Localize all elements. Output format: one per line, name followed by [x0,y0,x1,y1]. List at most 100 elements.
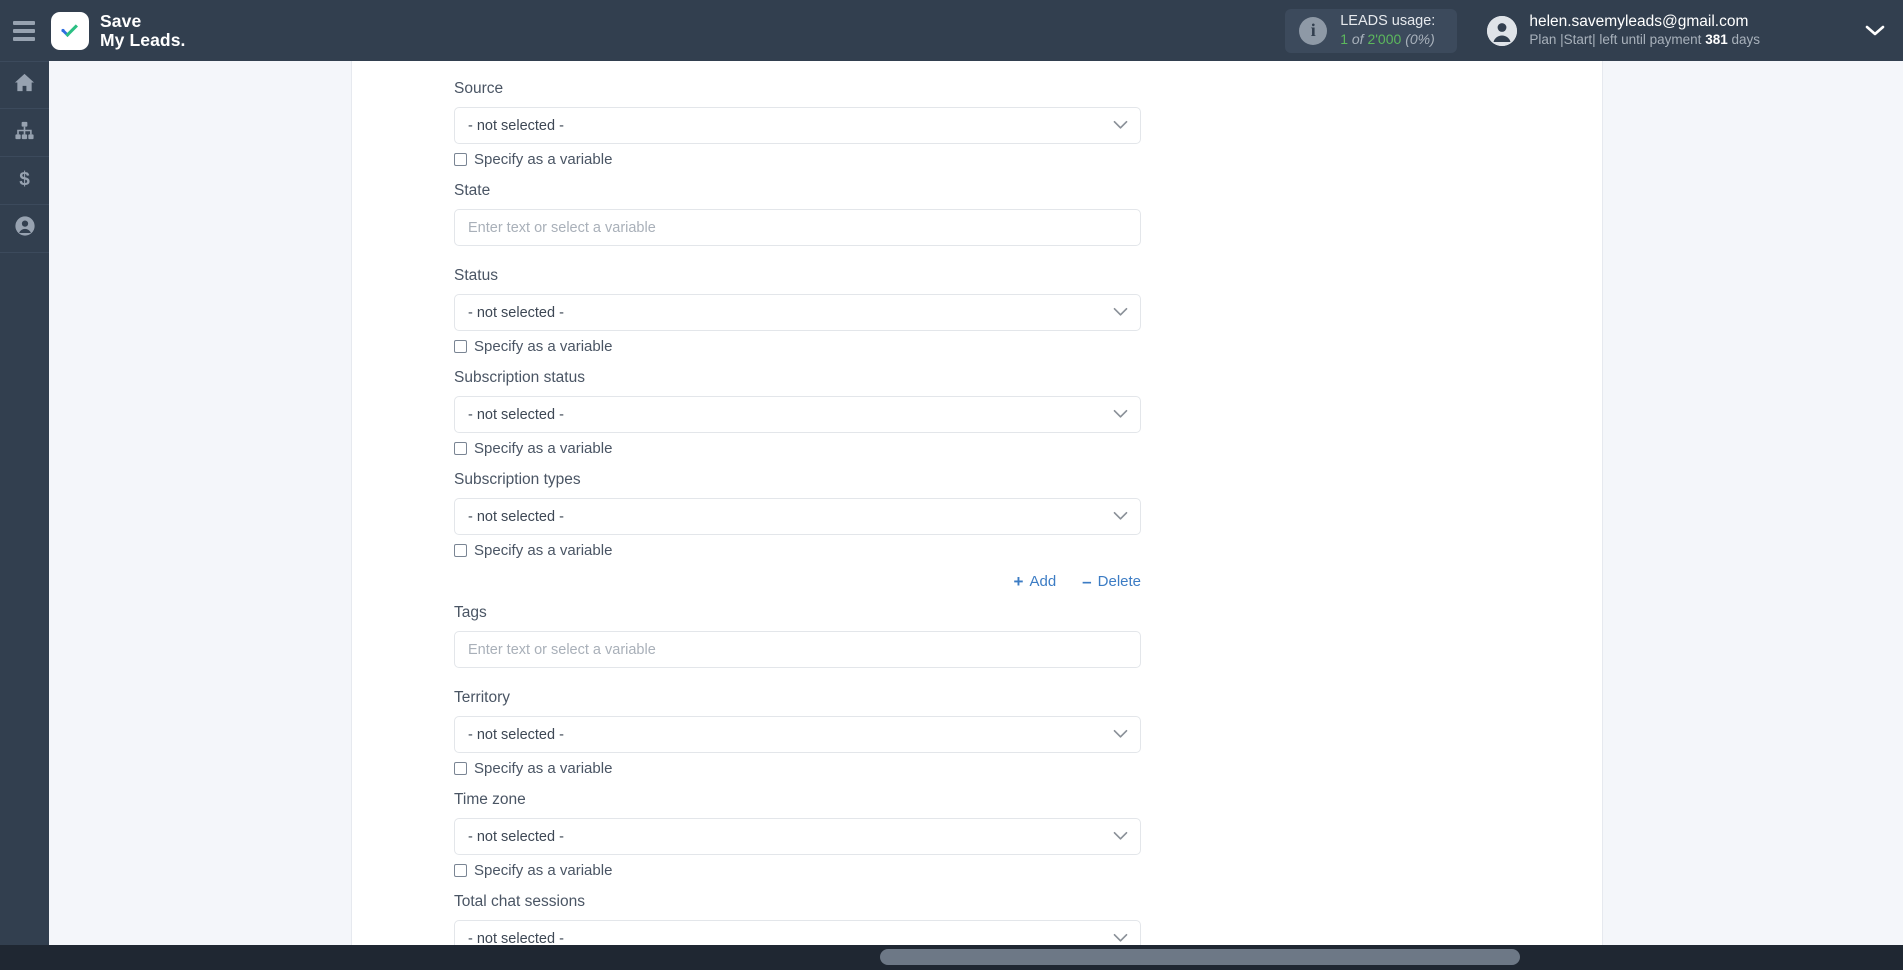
select-subscription-types[interactable]: - not selected - [454,498,1141,535]
user-circle-icon [14,215,36,242]
select-control-time-zone: - not selected - [454,818,1141,855]
select-territory[interactable]: - not selected - [454,716,1141,753]
field-tags: Tags Enter text or select a variable [454,604,1604,668]
plan-middle: | left until payment [1592,31,1706,47]
select-source[interactable]: - not selected - [454,107,1141,144]
dollar-icon: $ [14,168,35,194]
text-control-state: Enter text or select a variable [454,209,1141,246]
specify-variable-checkbox-row-source[interactable]: Specify as a variable [454,151,612,168]
select-control-source: - not selected - [454,107,1141,144]
leads-usage-chip[interactable]: i LEADS usage: 1 of 2'000 (0%) [1285,8,1458,53]
brand-name: Save My Leads. [100,10,186,50]
field-subscription-types: Subscription types - not selected - Specif… [454,471,1604,590]
sidebar-item-account[interactable] [0,205,49,253]
user-avatar-icon [1487,15,1518,46]
field-label-subscription-status: Subscription status [454,369,585,386]
account-email: helen.savemyleads@gmail.com [1529,13,1749,31]
field-status: Status - not selected - Specify as a varia… [454,267,1604,355]
minus-icon: – [1082,572,1092,591]
add-delete-row: + Add – Delete [454,573,1141,590]
field-time-zone: Time zone - not selected - Specify as a va… [454,791,1604,879]
chevron-down-icon[interactable] [1865,24,1885,37]
checkmark-icon [51,11,89,50]
sitemap-icon [14,120,35,146]
add-button[interactable]: + Add [1014,573,1057,590]
plan-prefix: Plan | [1529,31,1564,47]
field-subscription-status: Subscription status - not selected - Speci… [454,369,1604,457]
text-control-tags: Enter text or select a variable [454,631,1141,668]
plan-days: 381 [1705,31,1728,47]
field-state: State Enter text or select a variable [454,182,1604,246]
field-label-status: Status [454,267,498,284]
usage-of: of [1348,30,1368,47]
plus-icon: + [1013,572,1024,591]
brand-logo[interactable]: Save My Leads. [51,10,186,50]
specify-variable-checkbox-row-territory[interactable]: Specify as a variable [454,760,612,777]
field-source: Source - not selected - Specify as a varia… [454,80,1604,168]
checkbox-label-time-zone: Specify as a variable [474,862,613,879]
checkbox-source[interactable] [454,153,467,166]
select-total-chat-sessions[interactable]: - not selected - [454,920,1141,945]
field-label-total-chat-sessions: Total chat sessions [454,893,585,910]
usage-percent: (0%) [1405,30,1435,47]
page-body: Source - not selected - Specify as a varia… [49,61,1903,945]
field-label-territory: Territory [454,689,510,706]
specify-variable-checkbox-row-time-zone[interactable]: Specify as a variable [454,862,612,879]
plan-name: Start [1563,31,1593,47]
specify-variable-checkbox-row-subscription-types[interactable]: Specify as a variable [454,542,612,559]
horizontal-scrollbar[interactable] [0,945,1903,970]
specify-variable-checkbox-row-status[interactable]: Specify as a variable [454,338,612,355]
field-label-subscription-types: Subscription types [454,471,581,488]
lead-fields-form: Source - not selected - Specify as a varia… [352,61,1604,945]
input-tags[interactable]: Enter text or select a variable [454,631,1141,668]
home-icon [14,72,35,98]
sidebar-item-home[interactable] [0,61,49,109]
input-state[interactable]: Enter text or select a variable [454,209,1141,246]
select-control-subscription-types: - not selected - [454,498,1141,535]
select-control-subscription-status: - not selected - [454,396,1141,433]
checkbox-label-subscription-types: Specify as a variable [474,542,613,559]
checkbox-territory[interactable] [454,762,467,775]
checkbox-status[interactable] [454,340,467,353]
checkbox-label-source: Specify as a variable [474,151,613,168]
horizontal-scrollbar-thumb[interactable] [880,949,1520,965]
field-total-chat-sessions: Total chat sessions- not selected -Speci… [454,893,1604,945]
checkbox-time-zone[interactable] [454,864,467,877]
specify-variable-checkbox-row-subscription-status[interactable]: Specify as a variable [454,440,612,457]
account-text-group: helen.savemyleads@gmail.com Plan |Start|… [1529,12,1760,48]
add-button-label: Add [1029,573,1057,590]
hamburger-bar [13,20,35,25]
select-status[interactable]: - not selected - [454,294,1141,331]
usage-stat: 1 of 2'000 (0%) [1340,31,1435,48]
select-control-total-chat-sessions: - not selected - [454,920,1141,945]
sidebar-item-connections[interactable] [0,109,49,157]
usage-total: 2'000 [1367,30,1402,47]
checkbox-label-subscription-status: Specify as a variable [474,440,613,457]
plan-days-suffix: days [1727,31,1760,47]
hamburger-icon[interactable] [0,0,48,61]
account-menu[interactable]: helen.savemyleads@gmail.com Plan |Start|… [1487,12,1760,48]
select-control-status: - not selected - [454,294,1141,331]
checkbox-label-status: Specify as a variable [474,338,613,355]
field-label-time-zone: Time zone [454,791,526,808]
field-label-tags: Tags [454,604,487,621]
svg-text:$: $ [19,169,30,189]
top-bar: Save My Leads. i LEADS usage: 1 of 2'000… [0,0,1903,61]
checkbox-subscription-types[interactable] [454,544,467,557]
field-label-source: Source [454,80,504,97]
usage-title: LEADS usage: [1340,13,1436,30]
delete-button[interactable]: – Delete [1082,573,1141,590]
select-subscription-status[interactable]: - not selected - [454,396,1141,433]
checkbox-subscription-status[interactable] [454,442,467,455]
checkbox-label-territory: Specify as a variable [474,760,613,777]
hamburger-bar [13,28,35,33]
hamburger-bar [13,36,35,41]
left-rail: $ [0,61,49,945]
usage-used: 1 [1340,30,1348,47]
select-time-zone[interactable]: - not selected - [454,818,1141,855]
select-control-territory: - not selected - [454,716,1141,753]
account-plan: Plan |Start| left until payment 381 days [1529,32,1760,49]
info-icon: i [1299,16,1328,45]
sidebar-item-billing[interactable]: $ [0,157,49,205]
field-label-state: State [454,182,491,199]
